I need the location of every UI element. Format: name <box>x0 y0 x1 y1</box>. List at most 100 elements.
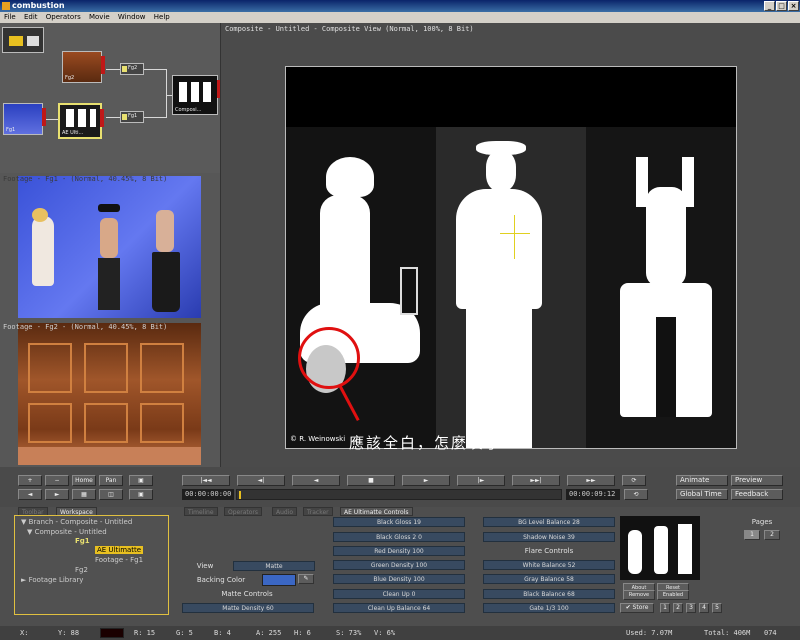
menu-file[interactable]: File <box>4 13 16 21</box>
go-to-end-icon[interactable]: ►►| <box>512 475 560 486</box>
stop-icon[interactable]: ■ <box>347 475 395 486</box>
tab-operators[interactable]: Operators <box>224 507 262 516</box>
blue-density-field[interactable]: Blue Density 100 <box>333 574 465 584</box>
layout-icon[interactable]: ▦ <box>72 489 96 500</box>
tab-ae-ultimatte-controls[interactable]: AE Ultimatte Controls <box>340 507 413 516</box>
global-time-button[interactable]: Global Time <box>676 489 728 500</box>
tab-timeline[interactable]: Timeline <box>184 507 218 516</box>
menu-help[interactable]: Help <box>154 13 170 21</box>
tree-composite[interactable]: ▼ Composite - Untitled <box>27 528 107 536</box>
status-total: Total: 406M <box>704 629 751 637</box>
go-to-start-icon[interactable]: |◄◄ <box>182 475 230 486</box>
composite-view[interactable]: Composite - Untitled - Composite View (N… <box>220 23 800 467</box>
close-button[interactable]: × <box>788 1 799 11</box>
status-g: G: 5 <box>176 629 193 637</box>
tree-footage-fg1[interactable]: Footage - Fg1 <box>95 556 143 564</box>
forward-arrow-icon[interactable]: ► <box>45 489 69 500</box>
tab-audio[interactable]: Audio <box>272 507 298 516</box>
red-density-field[interactable]: Red Density 100 <box>333 546 465 556</box>
status-h: H: 6 <box>294 629 311 637</box>
playhead[interactable] <box>239 491 241 499</box>
black-gloss-field[interactable]: Black Gloss 19 <box>333 517 465 527</box>
eyedropper-icon[interactable]: ✎ <box>298 574 314 584</box>
timeline-scrubber[interactable] <box>236 489 562 500</box>
node-fg2[interactable]: Fg2 <box>62 51 105 83</box>
green-density-field[interactable]: Green Density 100 <box>333 560 465 570</box>
store-slot-4[interactable]: 4 <box>699 603 709 613</box>
footage-fg2-image <box>18 323 201 465</box>
home-button[interactable]: Home <box>72 475 96 486</box>
clean-up-field[interactable]: Clean Up 0 <box>333 589 465 599</box>
view-dropdown[interactable]: Matte <box>233 561 315 571</box>
menu-operators[interactable]: Operators <box>46 13 81 21</box>
enabled-button[interactable]: Enabled <box>657 590 689 600</box>
black-gloss-2-field[interactable]: Black Gloss 2 0 <box>333 532 465 542</box>
time-end[interactable]: 00:00:09:12 <box>566 489 620 500</box>
page-2-button[interactable]: 2 <box>764 530 780 540</box>
shadow-noise-field[interactable]: Shadow Noise 39 <box>483 532 615 542</box>
transport-bar: + − Home Pan ▣ ◄ ► ▦ ◫ ▣ |◄◄ ◄| ◄ ■ ► |►… <box>0 467 800 507</box>
tree-branch[interactable]: ▼ Branch - Composite - Untitled <box>21 518 132 526</box>
maximize-button[interactable]: □ <box>776 1 787 11</box>
footage-fg2-view[interactable]: Footage - Fg2 - (Normal, 40.45%, 8 Bit) <box>0 321 220 467</box>
remove-button[interactable]: Remove <box>623 590 655 600</box>
schematic-view[interactable]: Fg2 Fg1 AE Ulti... Composi... Fg2 Fg1 <box>0 23 221 173</box>
node-ae-ultimatte[interactable]: AE Ulti... <box>58 103 104 139</box>
fast-forward-icon[interactable]: ►► <box>567 475 615 486</box>
store-slot-1[interactable]: 1 <box>660 603 670 613</box>
wire <box>144 117 166 118</box>
node-fg1[interactable]: Fg1 <box>3 103 46 135</box>
clean-up-balance-field[interactable]: Clean Up Balance 64 <box>333 603 465 613</box>
minimize-button[interactable]: _ <box>764 1 775 11</box>
menu-movie[interactable]: Movie <box>89 13 110 21</box>
gray-balance-field[interactable]: Gray Balance 58 <box>483 574 615 584</box>
tree-footage-library[interactable]: ► Footage Library <box>21 576 83 584</box>
back-arrow-icon[interactable]: ◄ <box>18 489 42 500</box>
wire <box>106 69 120 70</box>
time-start[interactable]: 00:00:00:00 <box>182 489 234 500</box>
status-used: Used: 7.07M <box>626 629 673 637</box>
node-composite[interactable]: Composi... <box>172 75 221 115</box>
step-forward-icon[interactable]: |► <box>457 475 505 486</box>
store-slot-3[interactable]: 3 <box>686 603 696 613</box>
tree-ae-ultimatte[interactable]: AE Ultimatte <box>95 546 144 554</box>
snapshot-icon[interactable]: ▣ <box>129 489 153 500</box>
view-options-icon[interactable]: ▣ <box>129 475 153 486</box>
bg-level-balance-field[interactable]: BG Level Balance 28 <box>483 517 615 527</box>
schematic-thumbnail[interactable] <box>2 27 44 53</box>
pan-button[interactable]: Pan <box>99 475 123 486</box>
zoom-out-button[interactable]: − <box>45 475 69 486</box>
play-reverse-icon[interactable]: ◄ <box>292 475 340 486</box>
region-icon[interactable]: ◫ <box>99 489 123 500</box>
tab-tracker[interactable]: Tracker <box>303 507 333 516</box>
op-fg1[interactable]: Fg1 <box>120 111 144 123</box>
store-slot-2[interactable]: 2 <box>673 603 683 613</box>
footage-fg2-label: Footage - Fg2 - (Normal, 40.45%, 8 Bit) <box>3 323 168 331</box>
loop-icon[interactable]: ⟳ <box>622 475 646 486</box>
footage-fg1-view[interactable]: Footage - Fg1 - (Normal, 40.45%, 8 Bit) <box>0 173 220 321</box>
feedback-button[interactable]: Feedback <box>731 489 783 500</box>
frame-step-icon[interactable]: ⟲ <box>624 489 648 500</box>
workspace-panel[interactable]: ▼ Branch - Composite - Untitled ▼ Compos… <box>14 515 169 615</box>
black-balance-field[interactable]: Black Balance 68 <box>483 589 615 599</box>
matte-density-field[interactable]: Matte Density 60 <box>182 603 314 613</box>
store-button[interactable]: ✔ Store <box>620 603 654 613</box>
tree-fg1[interactable]: Fg1 <box>75 537 90 545</box>
white-balance-field[interactable]: White Balance 52 <box>483 560 615 570</box>
gate-field[interactable]: Gate 1/3 100 <box>483 603 615 613</box>
store-slot-5[interactable]: 5 <box>712 603 722 613</box>
animate-button[interactable]: Animate <box>676 475 728 486</box>
composite-canvas[interactable]: © R. Weinowski <box>285 66 737 449</box>
op-fg2[interactable]: Fg2 <box>120 63 144 75</box>
zoom-in-button[interactable]: + <box>18 475 42 486</box>
menu-edit[interactable]: Edit <box>24 13 38 21</box>
preview-button[interactable]: Preview <box>731 475 783 486</box>
play-icon[interactable]: ► <box>402 475 450 486</box>
backing-color-swatch[interactable] <box>262 574 296 586</box>
page-1-button[interactable]: 1 <box>744 530 760 540</box>
menu-window[interactable]: Window <box>118 13 146 21</box>
footage-fg1-label: Footage - Fg1 - (Normal, 40.45%, 8 Bit) <box>3 175 168 183</box>
tree-fg2[interactable]: Fg2 <box>75 566 88 574</box>
status-x: X: <box>20 629 29 637</box>
step-back-icon[interactable]: ◄| <box>237 475 285 486</box>
